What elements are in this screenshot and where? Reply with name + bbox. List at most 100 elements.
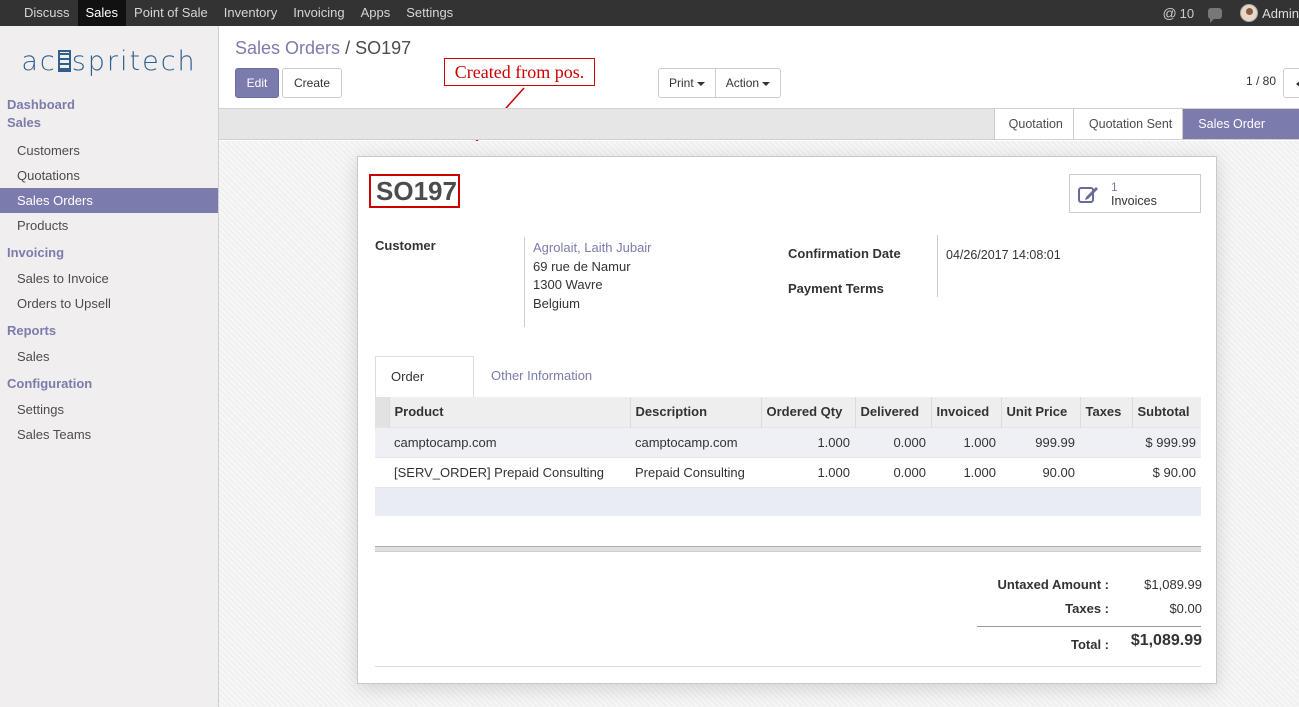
customer-label: Customer bbox=[375, 238, 436, 253]
col-taxes[interactable]: Taxes bbox=[1079, 397, 1132, 427]
sidebar-item-sales-to-invoice[interactable]: Sales to Invoice bbox=[0, 266, 218, 291]
confirmation-date-value: 04/26/2017 14:08:01 bbox=[946, 248, 1061, 262]
mentions-button[interactable]: @ 10 bbox=[1162, 5, 1194, 21]
col-delivered[interactable]: Delivered bbox=[854, 397, 931, 427]
create-button[interactable]: Create bbox=[282, 68, 342, 98]
confirmation-date-label: Confirmation Date bbox=[788, 246, 901, 261]
col-invoiced[interactable]: Invoiced bbox=[930, 397, 1001, 427]
menu-discuss[interactable]: Discuss bbox=[16, 0, 78, 26]
logo-glyph-icon bbox=[57, 50, 71, 72]
sidebar-item-customers[interactable]: Customers bbox=[0, 138, 218, 163]
pager-previous-button[interactable] bbox=[1283, 68, 1299, 98]
invoices-smart-button[interactable]: 1 Invoices bbox=[1069, 174, 1201, 213]
sidebar: ac spritech Dashboard Sales Customers Quo… bbox=[0, 26, 219, 707]
menu-invoicing[interactable]: Invoicing bbox=[285, 0, 352, 26]
cell-taxes bbox=[1080, 456, 1132, 487]
tab-other-information[interactable]: Other Information bbox=[476, 356, 607, 397]
col-ordered-qty[interactable]: Ordered Qty bbox=[760, 397, 855, 427]
taxes-row: Taxes : $0.00 bbox=[977, 601, 1202, 625]
logo-text-right: spritech bbox=[71, 45, 197, 77]
col-product[interactable]: Product bbox=[388, 397, 630, 427]
untaxed-label: Untaxed Amount : bbox=[997, 577, 1109, 592]
stage-pipeline: Quotation Quotation Sent Sales Order bbox=[993, 109, 1299, 139]
menu-apps[interactable]: Apps bbox=[353, 0, 399, 26]
total-value: $1,089.99 bbox=[1130, 632, 1202, 649]
print-label: Print bbox=[669, 76, 694, 90]
order-lines-table: Product Description Ordered Qty Delivere… bbox=[375, 397, 1201, 516]
action-label: Action bbox=[725, 76, 760, 90]
sidebar-section-invoicing: Invoicing bbox=[7, 245, 65, 260]
cell-taxes bbox=[1080, 426, 1132, 457]
menu-settings[interactable]: Settings bbox=[398, 0, 461, 26]
menu-inventory[interactable]: Inventory bbox=[216, 0, 285, 26]
col-description[interactable]: Description bbox=[629, 397, 761, 427]
print-dropdown[interactable]: Print bbox=[658, 68, 716, 98]
address-line: 1300 Wavre bbox=[533, 277, 603, 292]
row-handle-header bbox=[375, 397, 389, 427]
taxes-value: $0.00 bbox=[1169, 601, 1202, 616]
avatar[interactable] bbox=[1240, 4, 1259, 22]
company-logo: ac spritech bbox=[0, 26, 218, 96]
sidebar-item-sales-orders[interactable]: Sales Orders bbox=[0, 188, 218, 213]
untaxed-value: $1,089.99 bbox=[1144, 577, 1202, 592]
action-button-group: Print Action bbox=[658, 68, 782, 98]
payment-terms-label: Payment Terms bbox=[788, 281, 884, 296]
col-subtotal[interactable]: Subtotal bbox=[1131, 397, 1201, 427]
breadcrumb-current: SO197 bbox=[355, 38, 412, 58]
cell-delivered: 0.000 bbox=[855, 456, 931, 487]
sidebar-item-report-sales[interactable]: Sales bbox=[0, 344, 218, 369]
table-row[interactable]: [SERV_ORDER] Prepaid Consulting Prepaid … bbox=[375, 456, 1201, 487]
sidebar-section-configuration: Configuration bbox=[7, 376, 93, 391]
top-menu: Discuss Sales Point of Sale Inventory In… bbox=[0, 0, 1299, 26]
annotation-callout: Created from pos. bbox=[444, 58, 595, 86]
cell-product: camptocamp.com bbox=[389, 426, 630, 457]
stage-quotation-sent[interactable]: Quotation Sent bbox=[1072, 109, 1183, 139]
user-name[interactable]: Admin bbox=[1262, 6, 1299, 21]
customer-link[interactable]: Agrolait, Laith Jubair bbox=[533, 239, 652, 258]
taxes-label: Taxes : bbox=[1065, 601, 1109, 616]
tab-order-lines[interactable]: Order Lines bbox=[375, 356, 474, 424]
sidebar-item-products[interactable]: Products bbox=[0, 213, 218, 238]
col-unit-price[interactable]: Unit Price bbox=[1000, 397, 1080, 427]
sidebar-item-sales-teams[interactable]: Sales Teams bbox=[0, 422, 218, 447]
invoices-label: Invoices bbox=[1111, 194, 1157, 208]
breadcrumb-separator: / bbox=[345, 38, 351, 58]
action-dropdown[interactable]: Action bbox=[715, 68, 782, 98]
chat-icon[interactable] bbox=[1208, 7, 1223, 23]
address-line: Belgium bbox=[533, 295, 580, 311]
caret-down-icon bbox=[696, 81, 705, 86]
cell-description: camptocamp.com bbox=[630, 426, 761, 457]
cell-ordered-qty: 1.000 bbox=[761, 456, 855, 487]
menu-point-of-sale[interactable]: Point of Sale bbox=[126, 0, 216, 26]
breadcrumb-sales-orders[interactable]: Sales Orders bbox=[235, 38, 340, 58]
sidebar-section-dashboard[interactable]: Dashboard bbox=[0, 96, 218, 114]
mentions-count: 10 bbox=[1179, 5, 1195, 21]
sheet-bottom-divider bbox=[375, 666, 1201, 667]
stage-sales-order[interactable]: Sales Order bbox=[1182, 109, 1299, 139]
stage-quotation[interactable]: Quotation bbox=[993, 109, 1073, 139]
cell-subtotal: $ 999.99 bbox=[1132, 426, 1201, 457]
edit-icon bbox=[1078, 187, 1098, 203]
cell-ordered-qty: 1.000 bbox=[761, 426, 855, 457]
sidebar-section-reports: Reports bbox=[7, 323, 57, 338]
table-row[interactable]: camptocamp.com camptocamp.com 1.000 0.00… bbox=[375, 426, 1201, 457]
form-sheet: SO197 1 Invoices Customer Agrolait, Lait… bbox=[357, 156, 1217, 684]
row-handle bbox=[375, 456, 389, 487]
empty-cell bbox=[375, 486, 1201, 516]
sidebar-item-settings[interactable]: Settings bbox=[0, 397, 218, 422]
cell-unit-price: 90.00 bbox=[1001, 456, 1080, 487]
pager-value[interactable]: 1 / 80 bbox=[1246, 74, 1276, 88]
table-footer-separator bbox=[375, 546, 1201, 552]
row-handle bbox=[375, 426, 389, 457]
sidebar-item-quotations[interactable]: Quotations bbox=[0, 163, 218, 188]
top-navbar: Discuss Sales Point of Sale Inventory In… bbox=[0, 0, 1299, 26]
at-icon: @ bbox=[1162, 5, 1177, 21]
edit-button[interactable]: Edit bbox=[235, 68, 279, 98]
menu-sales[interactable]: Sales bbox=[77, 0, 127, 26]
total-label: Total : bbox=[1070, 637, 1109, 652]
top-right-area: @ 10 Admin bbox=[1162, 0, 1299, 26]
totals-block: Untaxed Amount : $1,089.99 Taxes : $0.00… bbox=[977, 577, 1202, 655]
logo-text-left: ac bbox=[21, 45, 57, 77]
sidebar-item-orders-to-upsell[interactable]: Orders to Upsell bbox=[0, 291, 218, 316]
customer-address: Agrolait, Laith Jubair 69 rue de Namur 1… bbox=[533, 239, 652, 313]
